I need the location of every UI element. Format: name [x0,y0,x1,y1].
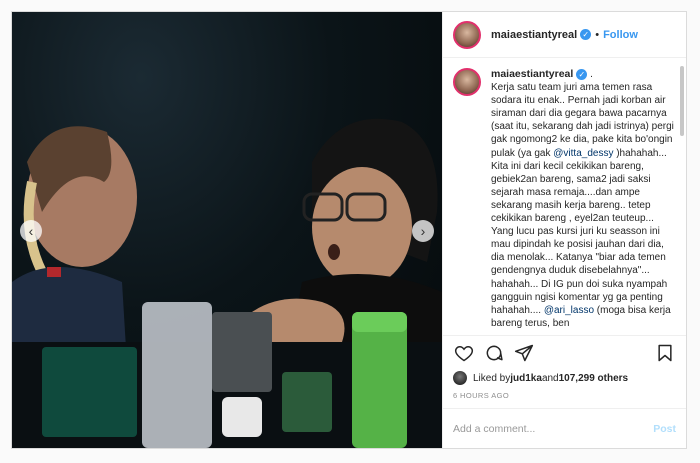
avatar[interactable] [453,20,481,49]
likes-count[interactable]: 107,299 others [559,373,629,384]
likes-and: and [541,372,559,384]
verified-badge-icon: ✓ [580,29,592,40]
header-username[interactable]: maiaestiantyreal [491,29,577,41]
caption-area: maiaestiantyreal ✓ . Kerja satu team juri… [443,58,686,335]
post-timestamp[interactable]: 6 HOURS AGO [443,387,686,408]
post-sidebar: maiaestiantyreal ✓ • Follow maiaestianty… [442,12,686,448]
likes-prefix: Liked by [473,372,511,384]
separator-dot: • [595,28,600,41]
comment-icon[interactable] [483,342,505,364]
liker-avatar[interactable] [453,371,467,385]
post-header: maiaestiantyreal ✓ • Follow [443,12,686,58]
post-comment-button[interactable]: Post [653,423,676,435]
next-arrow-icon[interactable]: › [412,220,434,242]
caption-avatar[interactable] [453,68,481,96]
post-photo[interactable]: ‹ › [12,12,442,448]
previous-arrow-icon[interactable]: ‹ [20,220,42,242]
follow-button[interactable]: Follow [603,29,638,41]
comment-box: Add a comment... Post [443,408,686,448]
action-bar [443,335,686,369]
share-icon[interactable] [513,342,535,364]
likes-row: Liked by jud1ka and 107,299 others [443,369,686,387]
caption-lead: . [587,69,593,80]
caption-verified-badge-icon: ✓ [576,68,588,80]
photo-illustration [12,118,442,448]
mention-link[interactable]: @vitta_dessy [553,148,613,159]
post-frame: ‹ › maiaestiantyreal ✓ • Follow maiaesti… [11,11,687,449]
caption-username[interactable]: maiaestiantyreal [491,68,573,80]
heart-icon[interactable] [453,342,475,364]
comment-input[interactable]: Add a comment... [453,423,535,435]
caption-text: maiaestiantyreal ✓ . Kerja satu team juri… [491,68,676,330]
caption-part-2: )hahahah... Kita ini dari kecil cekikika… [491,147,668,316]
bookmark-icon[interactable] [654,342,676,364]
liker-username[interactable]: jud1ka [510,373,542,384]
scrollbar[interactable] [680,66,684,136]
mention-link[interactable]: @ari_lasso [544,305,594,316]
